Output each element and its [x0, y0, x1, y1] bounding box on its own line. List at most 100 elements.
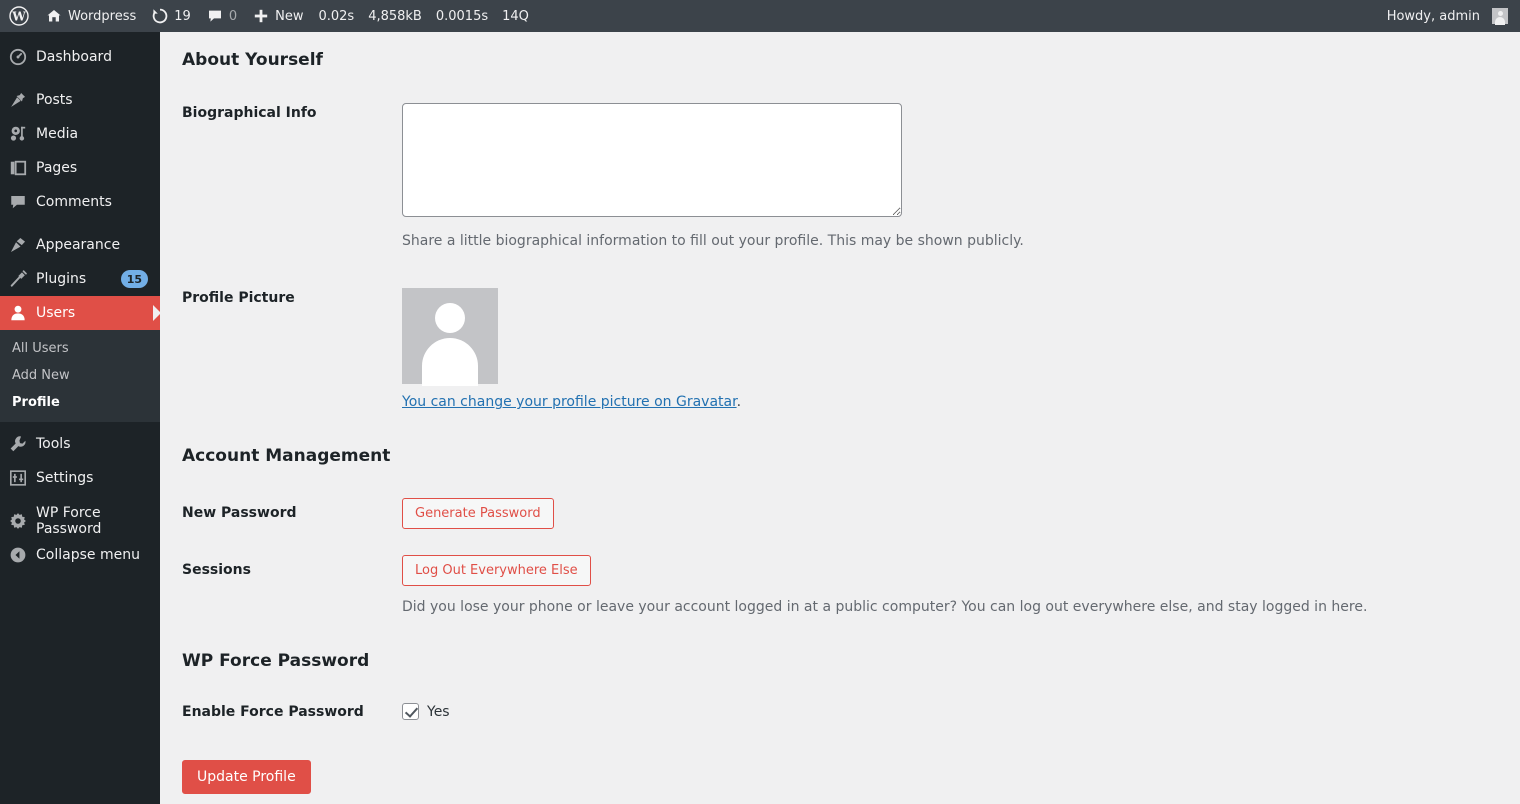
comments-button[interactable]: 0: [199, 0, 245, 32]
new-content-button[interactable]: New: [245, 0, 311, 32]
plus-icon: [253, 8, 269, 24]
my-account-button[interactable]: Howdy, admin: [1379, 0, 1520, 32]
sessions-description: Did you lose your phone or leave your ac…: [402, 599, 1368, 615]
sidebar-item-posts[interactable]: Posts: [0, 83, 160, 117]
sidebar-submenu-users: All Users Add New Profile: [0, 330, 160, 422]
collapse-arrow-icon: [0, 546, 36, 564]
admin-bar: W Wordpress 19 0 New 0.02s 4,858kB 0.001…: [0, 0, 1520, 32]
sidebar-item-media[interactable]: Media: [0, 117, 160, 151]
section-heading-about-yourself: About Yourself: [182, 50, 323, 70]
site-name-label: Wordpress: [68, 8, 137, 24]
section-heading-account-management: Account Management: [182, 446, 391, 466]
sidebar-item-profile[interactable]: Profile: [0, 389, 160, 416]
sidebar-item-label: Appearance: [36, 237, 121, 253]
sidebar-item-wp-force-password[interactable]: WP Force Password: [0, 504, 160, 538]
sidebar-separator: [0, 74, 160, 83]
sidebar-item-dashboard[interactable]: Dashboard: [0, 40, 160, 74]
enable-force-password-checkbox-row[interactable]: Yes: [402, 703, 1520, 720]
sidebar-item-all-users[interactable]: All Users: [0, 335, 160, 362]
profile-picture-field-wrap: You can change your profile picture on G…: [402, 288, 1520, 410]
user-avatar-icon: [1492, 8, 1508, 25]
comment-bubble-icon: [207, 8, 223, 24]
updates-button[interactable]: 19: [144, 0, 199, 32]
biographical-info-textarea[interactable]: [402, 103, 902, 217]
sidebar-item-comments[interactable]: Comments: [0, 185, 160, 219]
comments-count: 0: [228, 8, 238, 24]
update-profile-button[interactable]: Update Profile: [182, 760, 311, 794]
stat-query-count: 14Q: [502, 8, 529, 24]
section-heading-wp-force-password: WP Force Password: [182, 651, 370, 671]
updates-count: 19: [174, 8, 191, 24]
sidebar-item-pages[interactable]: Pages: [0, 151, 160, 185]
sidebar-item-tools[interactable]: Tools: [0, 427, 160, 461]
new-content-label: New: [275, 8, 304, 24]
pin-icon: [0, 91, 36, 109]
biographical-info-field-wrap: Share a little biographical information …: [402, 103, 1520, 252]
site-name-button[interactable]: Wordpress: [38, 0, 144, 32]
paint-brush-icon: [0, 236, 36, 254]
sidebar-item-label: Settings: [36, 470, 94, 486]
sidebar-item-label: Plugins: [36, 271, 87, 287]
stat-load-time: 0.02s: [318, 8, 355, 24]
sidebar-item-appearance[interactable]: Appearance: [0, 228, 160, 262]
gravatar-trailing-period: .: [736, 394, 742, 410]
sessions-label: Sessions: [182, 562, 251, 578]
new-password-field-wrap: Generate Password: [402, 498, 1520, 529]
sidebar-item-add-new-user[interactable]: Add New: [0, 362, 160, 389]
comment-bubble-icon: [0, 193, 36, 211]
enable-force-password-label: Enable Force Password: [182, 704, 364, 720]
sidebar-item-label: Comments: [36, 194, 112, 210]
gear-icon: [0, 512, 36, 530]
home-icon: [46, 8, 62, 24]
sidebar-separator: [0, 219, 160, 228]
biographical-info-label: Biographical Info: [182, 105, 317, 121]
plugins-update-badge: 15: [120, 270, 148, 288]
wrench-icon: [0, 435, 36, 453]
gravatar-line: You can change your profile picture on G…: [402, 394, 1520, 410]
field-row-new-password: New Password Generate Password: [182, 498, 1520, 529]
settings-sliders-icon: [0, 469, 36, 487]
profile-form: About Yourself Biographical Info Share a…: [160, 50, 1520, 794]
howdy-label: Howdy, admin: [1386, 8, 1480, 24]
field-row-sessions: Sessions Log Out Everywhere Else Did you…: [182, 555, 1520, 618]
dashboard-icon: [0, 48, 36, 66]
log-out-everywhere-else-button[interactable]: Log Out Everywhere Else: [402, 555, 591, 586]
sidebar-item-label: WP Force Password: [36, 505, 102, 537]
new-password-label: New Password: [182, 505, 297, 521]
sidebar-item-plugins[interactable]: Plugins 15: [0, 262, 160, 296]
submit-row: Update Profile: [182, 760, 1520, 794]
field-row-enable-force-password: Enable Force Password Yes: [182, 703, 1520, 720]
profile-picture-label: Profile Picture: [182, 290, 295, 306]
sidebar-item-label: Pages: [36, 160, 78, 176]
main-content-area: About Yourself Biographical Info Share a…: [160, 32, 1520, 804]
sessions-field-wrap: Log Out Everywhere Else Did you lose you…: [402, 555, 1520, 618]
sidebar-item-label: Collapse menu: [36, 547, 140, 563]
sidebar-item-settings[interactable]: Settings: [0, 461, 160, 495]
stat-memory: 4,858kB: [368, 8, 422, 24]
sidebar-item-label: Users: [36, 305, 76, 321]
svg-text:W: W: [11, 10, 26, 24]
default-avatar-icon: [402, 288, 498, 386]
enable-force-password-checkbox[interactable]: [402, 703, 419, 720]
admin-sidebar: Dashboard Posts Media Pages Comments App…: [0, 32, 161, 804]
sidebar-item-collapse-menu[interactable]: Collapse menu: [0, 538, 160, 572]
user-icon: [0, 304, 36, 322]
pages-icon: [0, 159, 36, 177]
media-icon: [0, 125, 36, 143]
sidebar-item-label: Tools: [36, 436, 71, 452]
field-row-biographical-info: Biographical Info Share a little biograp…: [182, 103, 1520, 252]
wordpress-logo-button[interactable]: W: [0, 0, 38, 32]
sidebar-separator: [0, 495, 160, 504]
gravatar-link[interactable]: You can change your profile picture on G…: [402, 394, 737, 410]
sidebar-item-label: Posts: [36, 92, 73, 108]
updates-icon: [152, 8, 168, 24]
generate-password-button[interactable]: Generate Password: [402, 498, 554, 529]
sidebar-item-users[interactable]: Users: [0, 296, 161, 330]
biographical-info-description: Share a little biographical information …: [402, 233, 1024, 249]
plug-icon: [0, 270, 36, 288]
sidebar-top-spacer: [0, 32, 160, 40]
enable-force-password-checkbox-label: Yes: [427, 703, 450, 720]
field-row-profile-picture: Profile Picture You can change your prof…: [182, 288, 1520, 410]
sidebar-item-label: Media: [36, 126, 79, 142]
stat-query-time: 0.0015s: [435, 8, 489, 24]
